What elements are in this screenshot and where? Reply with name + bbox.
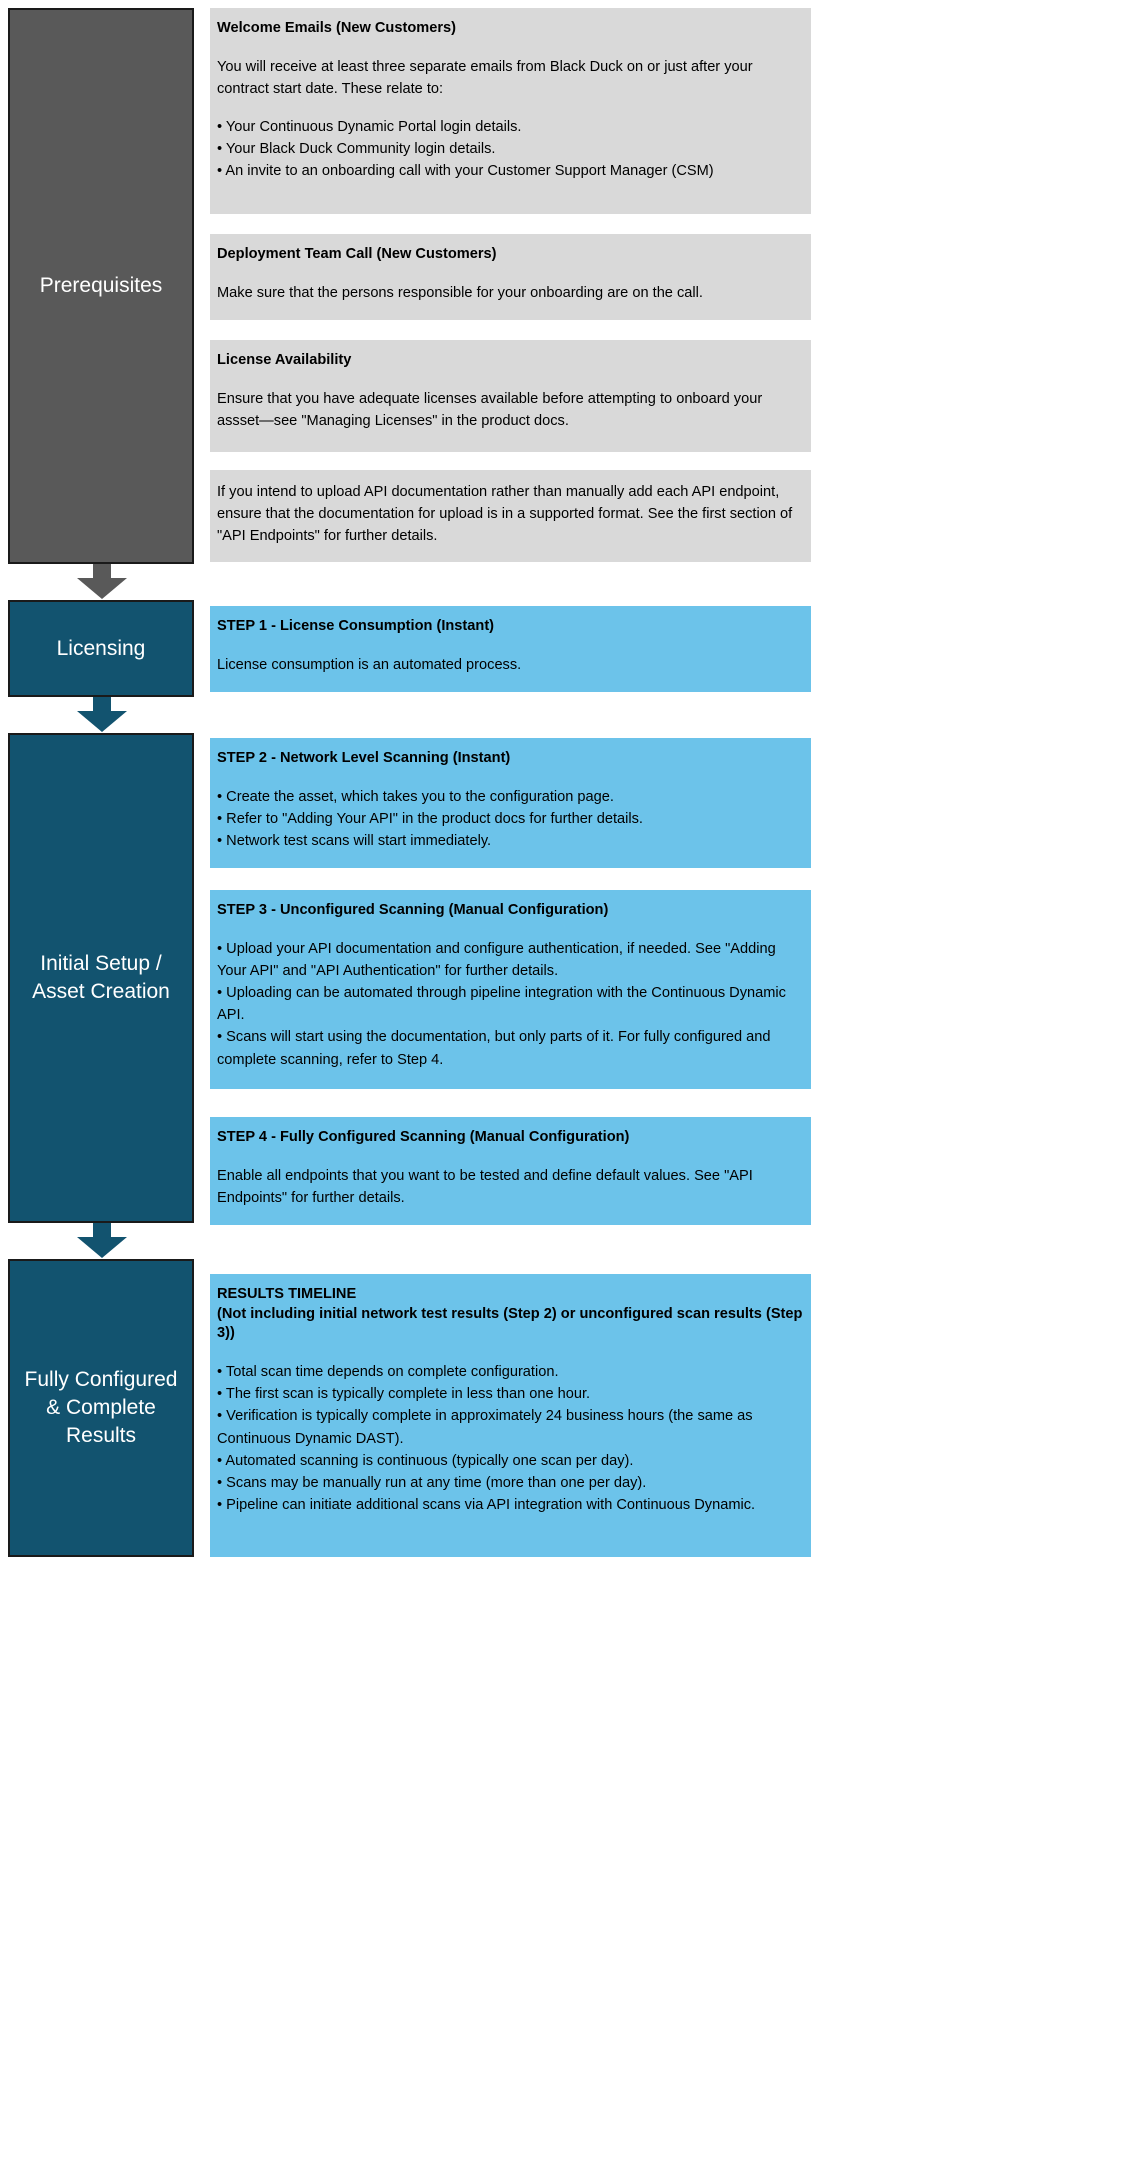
stage-initial-setup-label: Initial Setup / Asset Creation bbox=[32, 952, 170, 1003]
list-item: • Verification is typically complete in … bbox=[217, 1408, 753, 1447]
list-item: • Your Continuous Dynamic Portal login d… bbox=[217, 119, 522, 136]
list-item: • Create the asset, which takes you to t… bbox=[217, 788, 614, 805]
stage-fully-configured-label: Fully Configured & Complete Results bbox=[24, 1368, 178, 1447]
card-step-1-body: License consumption is an automated proc… bbox=[217, 656, 522, 673]
card-deployment-team-call-body: Make sure that the persons responsible f… bbox=[217, 284, 703, 301]
list-item: • Refer to "Adding Your API" in the prod… bbox=[217, 810, 643, 827]
card-step-3: STEP 3 - Unconfigured Scanning (Manual C… bbox=[210, 890, 811, 1089]
card-step-2-title: STEP 2 - Network Level Scanning (Instant… bbox=[217, 750, 511, 766]
stage-initial-setup[interactable]: Initial Setup / Asset Creation bbox=[8, 733, 194, 1223]
card-welcome-emails-title: Welcome Emails (New Customers) bbox=[217, 20, 456, 36]
card-step-1: STEP 1 - License Consumption (Instant) L… bbox=[210, 606, 811, 692]
card-welcome-emails-bullets: • Your Continuous Dynamic Portal login d… bbox=[217, 116, 806, 183]
card-welcome-emails-body: You will receive at least three separate… bbox=[217, 58, 753, 97]
arrow-setup-to-results bbox=[76, 1223, 128, 1259]
list-item: • Scans will start using the documentati… bbox=[217, 1029, 771, 1068]
stage-prerequisites[interactable]: Prerequisites bbox=[8, 8, 194, 564]
card-step-1-title: STEP 1 - License Consumption (Instant) bbox=[217, 618, 495, 634]
card-deployment-team-call: Deployment Team Call (New Customers) Mak… bbox=[210, 234, 811, 320]
list-item: • Automated scanning is continuous (typi… bbox=[217, 1452, 634, 1469]
card-api-documentation-note-body: If you intend to upload API documentatio… bbox=[217, 484, 793, 545]
list-item: • Uploading can be automated through pip… bbox=[217, 985, 786, 1024]
list-item: • Pipeline can initiate additional scans… bbox=[217, 1497, 756, 1514]
card-license-availability-title: License Availability bbox=[217, 352, 352, 368]
card-api-documentation-note: If you intend to upload API documentatio… bbox=[210, 470, 811, 562]
card-welcome-emails: Welcome Emails (New Customers) You will … bbox=[210, 8, 811, 214]
card-step-3-title: STEP 3 - Unconfigured Scanning (Manual C… bbox=[217, 902, 609, 918]
list-item: • Total scan time depends on complete co… bbox=[217, 1364, 559, 1381]
card-step-4: STEP 4 - Fully Configured Scanning (Manu… bbox=[210, 1117, 811, 1225]
onboarding-flowchart: Prerequisites Licensing Initial Setup / … bbox=[0, 0, 1129, 2166]
list-item: • Upload your API documentation and conf… bbox=[217, 940, 776, 979]
arrow-prereq-to-licensing bbox=[76, 564, 128, 600]
list-item: • Network test scans will start immediat… bbox=[217, 833, 492, 850]
card-results-timeline-bullets: • Total scan time depends on complete co… bbox=[217, 1361, 806, 1516]
card-step-2: STEP 2 - Network Level Scanning (Instant… bbox=[210, 738, 811, 868]
stage-licensing[interactable]: Licensing bbox=[8, 600, 194, 697]
stage-prerequisites-label: Prerequisites bbox=[39, 274, 163, 298]
card-license-availability: License Availability Ensure that you hav… bbox=[210, 340, 811, 452]
list-item: • The first scan is typically complete i… bbox=[217, 1386, 591, 1403]
card-step-4-body: Enable all endpoints that you want to be… bbox=[217, 1167, 753, 1206]
list-item: • Scans may be manually run at any time … bbox=[217, 1474, 647, 1491]
card-results-timeline-title: RESULTS TIMELINE (Not including initial … bbox=[217, 1286, 803, 1342]
card-license-availability-body: Ensure that you have adequate licenses a… bbox=[217, 390, 763, 429]
card-deployment-team-call-title: Deployment Team Call (New Customers) bbox=[217, 246, 497, 262]
card-step-4-title: STEP 4 - Fully Configured Scanning (Manu… bbox=[217, 1129, 630, 1145]
card-step-2-bullets: • Create the asset, which takes you to t… bbox=[217, 786, 806, 853]
stage-fully-configured[interactable]: Fully Configured & Complete Results bbox=[8, 1259, 194, 1557]
list-item: • An invite to an onboarding call with y… bbox=[217, 163, 714, 180]
card-results-timeline: RESULTS TIMELINE (Not including initial … bbox=[210, 1274, 811, 1557]
list-item: • Your Black Duck Community login detail… bbox=[217, 141, 496, 158]
arrow-licensing-to-setup bbox=[76, 697, 128, 733]
stage-licensing-label: Licensing bbox=[56, 636, 146, 660]
card-step-3-bullets: • Upload your API documentation and conf… bbox=[217, 938, 806, 1071]
